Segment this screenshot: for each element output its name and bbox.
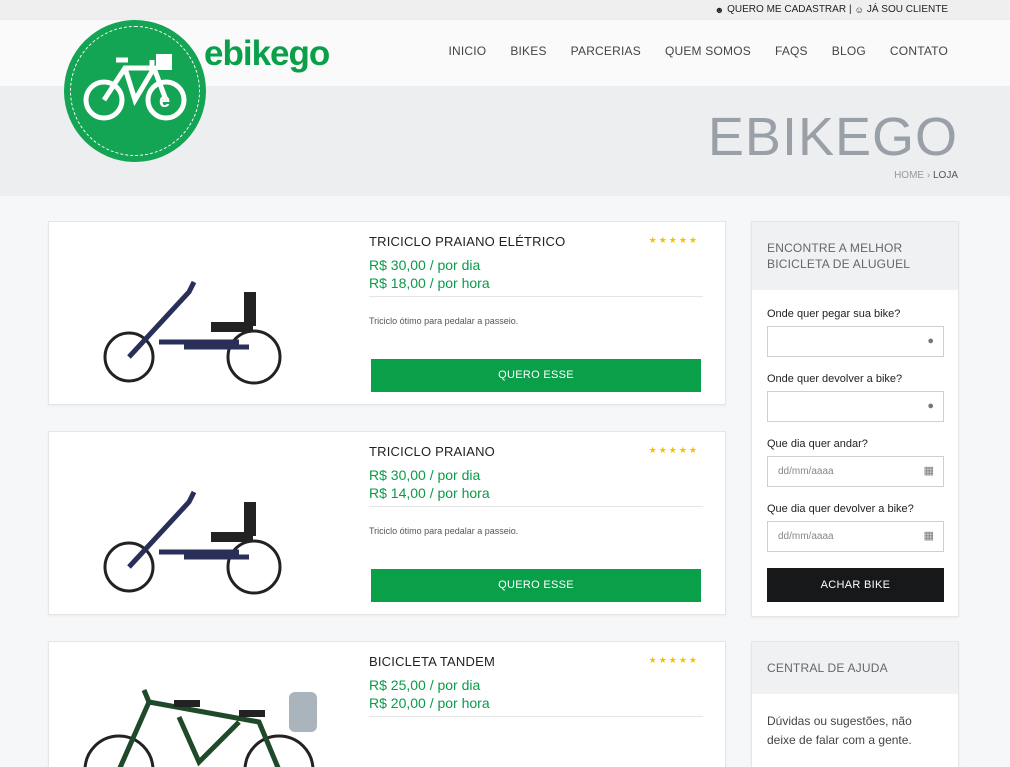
price-per-hour: R$ 18,00 / por hora (369, 275, 490, 291)
account-links: ☻ QUERO ME CADASTRAR | ☺ JÁ SOU CLIENTE (715, 4, 948, 15)
product-description: Triciclo ótimo para pedalar a passeio. (369, 526, 519, 536)
nav-quem-somos[interactable]: QUEM SOMOS (665, 44, 751, 58)
help-panel: CENTRAL DE AJUDA Dúvidas ou sugestões, n… (751, 641, 959, 767)
bike-search-panel: ENCONTRE A MELHOR BICICLETA DE ALUGUEL O… (751, 221, 959, 617)
product-image[interactable] (49, 642, 345, 767)
star-icon: ★ (648, 445, 659, 455)
product-image[interactable] (49, 432, 345, 614)
product-card: BICICLETA TANDEM ★★★★★ R$ 25,00 / por di… (48, 641, 726, 767)
divider (369, 716, 703, 717)
price-per-day: R$ 25,00 / por dia (369, 677, 481, 693)
product-card: TRICICLO PRAIANO ★★★★★ R$ 30,00 / por di… (48, 431, 726, 615)
price-per-day: R$ 30,00 / por dia (369, 467, 481, 483)
price-per-hour: R$ 14,00 / por hora (369, 485, 490, 501)
search-form: Onde quer pegar sua bike? ● Onde quer de… (752, 290, 958, 616)
start-date-input[interactable]: dd/mm/aaaa ▦ (767, 456, 944, 487)
start-date-label: Que dia quer andar? (767, 438, 868, 450)
page-title: EBIKEGO (707, 107, 958, 167)
star-icon: ★ (668, 445, 679, 455)
login-link[interactable]: JÁ SOU CLIENTE (867, 4, 948, 15)
breadcrumb-current: LOJA (932, 170, 958, 181)
return-location-input[interactable]: ● (767, 391, 944, 422)
tricycle-image (103, 280, 282, 385)
help-body: Dúvidas ou sugestões, não deixe de falar… (752, 694, 958, 764)
help-panel-title: CENTRAL DE AJUDA (752, 642, 958, 694)
end-date-label: Que dia quer devolver a bike? (767, 503, 914, 515)
nav-contato[interactable]: CONTATO (890, 44, 948, 58)
select-product-button[interactable]: QUERO ESSE (371, 569, 701, 602)
brand-wordmark[interactable]: ebikego (204, 34, 330, 74)
start-date-placeholder: dd/mm/aaaa (778, 466, 834, 477)
calendar-icon[interactable]: ▦ (924, 522, 934, 551)
star-icon: ★ (658, 445, 669, 455)
tandem-bike-image (83, 689, 317, 767)
nav-blog[interactable]: BLOG (832, 44, 866, 58)
bike-logo-icon: e (83, 54, 187, 121)
tricycle-image (103, 490, 282, 595)
star-icon: ★ (648, 655, 659, 665)
breadcrumb-home[interactable]: HOME (894, 170, 924, 181)
pickup-location-input[interactable]: ● (767, 326, 944, 357)
calendar-icon[interactable]: ▦ (924, 457, 934, 486)
select-product-button[interactable]: QUERO ESSE (371, 359, 701, 392)
product-info: TRICICLO PRAIANO ELÉTRICO ★★★★★ R$ 30,00… (369, 234, 703, 326)
return-label: Onde quer devolver a bike? (767, 373, 903, 385)
find-bike-button[interactable]: ACHAR BIKE (767, 568, 944, 602)
main-nav: INICIO BIKES PARCERIAS QUEM SOMOS FAQS B… (448, 44, 948, 58)
star-icon: ★ (688, 445, 699, 455)
star-icon: ★ (688, 235, 699, 245)
star-icon: ★ (668, 655, 679, 665)
price-per-day: R$ 30,00 / por dia (369, 257, 481, 273)
user-icon: ☺ (854, 4, 864, 15)
top-bar: ☻ QUERO ME CADASTRAR | ☺ JÁ SOU CLIENTE (0, 0, 1010, 20)
breadcrumb-separator: › (926, 170, 931, 181)
product-description: Triciclo ótimo para pedalar a passeio. (369, 316, 519, 326)
product-info: TRICICLO PRAIANO ★★★★★ R$ 30,00 / por di… (369, 444, 703, 536)
help-text: Dúvidas ou sugestões, não deixe de falar… (767, 714, 912, 747)
map-marker-icon: ● (927, 335, 934, 347)
search-panel-title: ENCONTRE A MELHOR BICICLETA DE ALUGUEL (752, 222, 958, 290)
star-icon: ★ (678, 235, 689, 245)
star-icon: ★ (668, 235, 679, 245)
svg-text:e: e (159, 90, 170, 112)
brand-logo[interactable]: e (64, 20, 206, 162)
star-icon: ★ (688, 655, 699, 665)
user-plus-icon: ☻ (714, 4, 725, 15)
star-icon: ★ (648, 235, 659, 245)
star-icon: ★ (658, 235, 669, 245)
link-divider: | (849, 4, 852, 15)
end-date-placeholder: dd/mm/aaaa (778, 531, 834, 542)
nav-parcerias[interactable]: PARCERIAS (571, 44, 641, 58)
nav-inicio[interactable]: INICIO (448, 44, 486, 58)
register-link[interactable]: QUERO ME CADASTRAR (727, 4, 846, 15)
breadcrumb: HOME › LOJA (894, 170, 958, 181)
star-icon: ★ (658, 655, 669, 665)
product-card: TRICICLO PRAIANO ELÉTRICO ★★★★★ R$ 30,00… (48, 221, 726, 405)
nav-faqs[interactable]: FAQS (775, 44, 808, 58)
rating-stars: ★★★★★ (649, 445, 699, 456)
product-image[interactable] (49, 222, 345, 404)
end-date-input[interactable]: dd/mm/aaaa ▦ (767, 521, 944, 552)
rating-stars: ★★★★★ (649, 655, 699, 666)
divider (369, 506, 703, 507)
pickup-label: Onde quer pegar sua bike? (767, 308, 901, 320)
nav-bikes[interactable]: BIKES (510, 44, 546, 58)
rating-stars: ★★★★★ (649, 235, 699, 246)
star-icon: ★ (678, 655, 689, 665)
star-icon: ★ (678, 445, 689, 455)
price-per-hour: R$ 20,00 / por hora (369, 695, 490, 711)
product-info: BICICLETA TANDEM ★★★★★ R$ 25,00 / por di… (369, 654, 703, 717)
map-marker-icon: ● (927, 400, 934, 412)
divider (369, 296, 703, 297)
